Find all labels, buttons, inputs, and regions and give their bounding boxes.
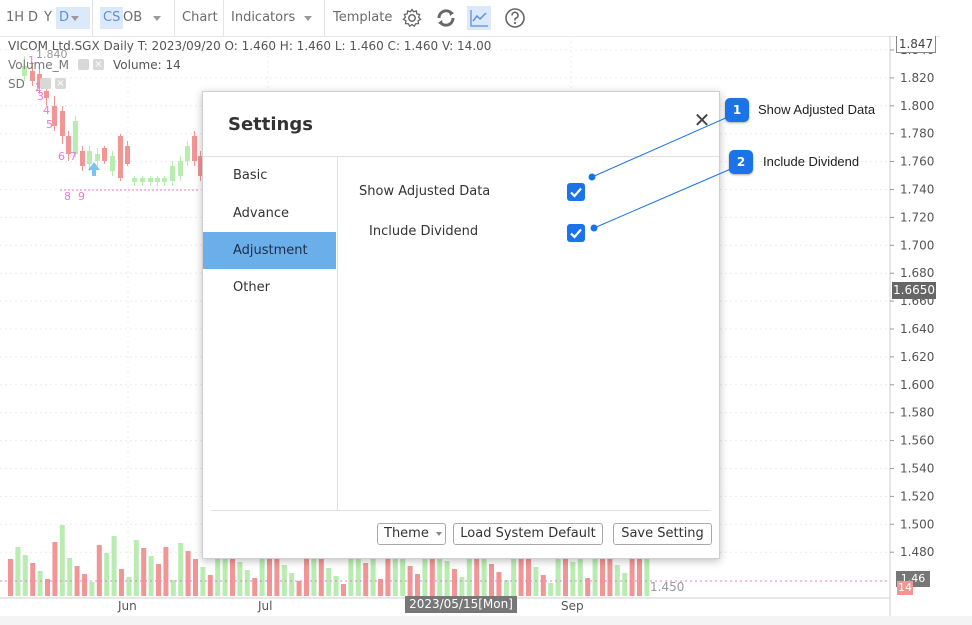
callout-lines	[588, 112, 741, 232]
callout-line-2	[593, 164, 741, 229]
callout-line-1	[591, 112, 738, 178]
callout-dot-2	[590, 224, 598, 232]
callout-text-1: Show Adjusted Data	[758, 102, 876, 117]
callout-text-2: Include Dividend	[763, 154, 860, 169]
callout-badge-1: 1	[725, 98, 749, 122]
callout-badge-2: 2	[729, 150, 753, 174]
callout-dot-1	[588, 173, 596, 181]
